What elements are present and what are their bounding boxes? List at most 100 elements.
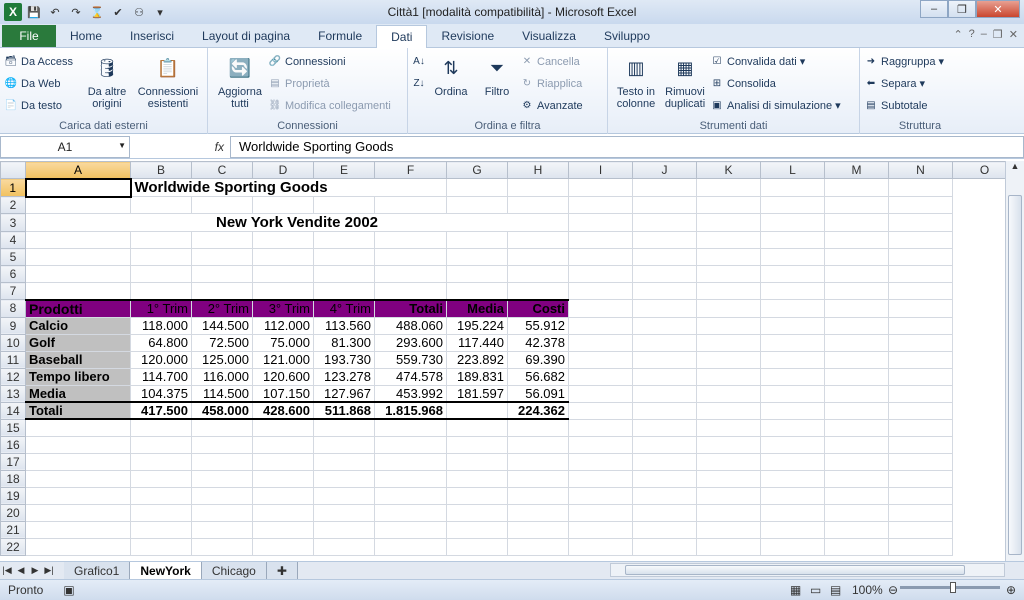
minimize-workbook-icon[interactable]: –: [981, 28, 987, 41]
data-validation-button[interactable]: ☑ Convalida dati ▾: [710, 52, 841, 71]
advanced-filter-button[interactable]: ⚙ Avanzate: [520, 96, 583, 115]
totals-label-cell[interactable]: Totali: [25, 401, 131, 420]
product-cell[interactable]: Baseball: [25, 350, 131, 369]
zoom-slider-thumb[interactable]: [950, 582, 956, 593]
data-cell[interactable]: 56.091: [507, 384, 569, 403]
row-header[interactable]: 6: [0, 265, 26, 283]
column-header[interactable]: C: [191, 161, 253, 179]
prev-sheet-icon[interactable]: ◀: [14, 565, 28, 576]
data-cell[interactable]: 75.000: [252, 333, 314, 352]
consolidate-button[interactable]: ⊞ Consolida: [710, 74, 841, 93]
column-header[interactable]: G: [446, 161, 508, 179]
column-header[interactable]: M: [824, 161, 889, 179]
data-cell[interactable]: 428.600: [252, 401, 314, 420]
data-cell[interactable]: 127.967: [313, 384, 375, 403]
data-cell[interactable]: 121.000: [252, 350, 314, 369]
sheet-tab-chicago[interactable]: Chicago: [201, 561, 267, 580]
header-cell[interactable]: Prodotti: [25, 299, 131, 318]
row-header[interactable]: 18: [0, 469, 26, 488]
row-header[interactable]: 12: [0, 367, 26, 386]
subtotal-button[interactable]: ▤ Subtotale: [864, 96, 944, 115]
data-cell[interactable]: [446, 401, 508, 420]
vertical-scroll-thumb[interactable]: [1008, 195, 1022, 555]
data-cell[interactable]: 120.600: [252, 367, 314, 386]
row-header[interactable]: 11: [0, 350, 26, 369]
from-text-button[interactable]: 📄 Da testo: [4, 96, 73, 115]
row-header[interactable]: 16: [0, 435, 26, 454]
tab-file[interactable]: File: [2, 25, 56, 47]
data-cell[interactable]: 113.560: [313, 316, 375, 335]
data-cell[interactable]: 64.800: [130, 333, 192, 352]
data-cell[interactable]: 118.000: [130, 316, 192, 335]
row-header[interactable]: 13: [0, 384, 26, 403]
row-header[interactable]: 14: [0, 401, 26, 420]
zoom-out-icon[interactable]: ⊖: [888, 583, 898, 597]
properties-button[interactable]: ▤ Proprietà: [268, 74, 391, 93]
data-cell[interactable]: 189.831: [446, 367, 508, 386]
column-header[interactable]: B: [130, 161, 192, 179]
data-cell[interactable]: 453.992: [374, 384, 447, 403]
sheet-title-cell[interactable]: Worldwide Sporting Goods: [130, 178, 447, 197]
column-header[interactable]: F: [374, 161, 447, 179]
horizontal-scroll-thumb[interactable]: [625, 565, 965, 575]
header-cell[interactable]: Totali: [374, 299, 447, 318]
page-layout-view-icon[interactable]: ▭: [810, 583, 821, 597]
row-header[interactable]: 10: [0, 333, 26, 352]
restore-workbook-icon[interactable]: ❐: [993, 28, 1003, 41]
data-cell[interactable]: 123.278: [313, 367, 375, 386]
data-cell[interactable]: 181.597: [446, 384, 508, 403]
data-cell[interactable]: 195.224: [446, 316, 508, 335]
data-cell[interactable]: 42.378: [507, 333, 569, 352]
data-cell[interactable]: 144.500: [191, 316, 253, 335]
last-sheet-icon[interactable]: ▶|: [42, 565, 56, 576]
column-header[interactable]: D: [252, 161, 314, 179]
row-header[interactable]: 8: [0, 299, 26, 318]
data-cell[interactable]: 193.730: [313, 350, 375, 369]
name-box[interactable]: A1 ▼: [0, 135, 130, 158]
row-header[interactable]: 2: [0, 196, 26, 214]
excel-app-icon[interactable]: X: [4, 3, 22, 21]
data-cell[interactable]: 114.500: [191, 384, 253, 403]
spellcheck-icon[interactable]: ✔: [109, 3, 127, 21]
product-cell[interactable]: Calcio: [25, 316, 131, 335]
data-cell[interactable]: 417.500: [130, 401, 192, 420]
row-header[interactable]: 3: [0, 213, 26, 232]
from-web-button[interactable]: 🌐 Da Web: [4, 74, 73, 93]
data-cell[interactable]: 114.700: [130, 367, 192, 386]
zoom-in-icon[interactable]: ⊕: [1006, 583, 1016, 597]
data-cell[interactable]: 293.600: [374, 333, 447, 352]
column-header[interactable]: L: [760, 161, 825, 179]
active-cell[interactable]: [24, 177, 132, 198]
product-cell[interactable]: Golf: [25, 333, 131, 352]
insert-function-button[interactable]: fx: [130, 140, 230, 154]
macro-record-icon[interactable]: ▣: [63, 583, 74, 597]
sort-descending-button[interactable]: Z↓: [412, 74, 426, 93]
header-cell[interactable]: Media: [446, 299, 508, 318]
hourglass-icon[interactable]: ⌛: [88, 3, 106, 21]
connections-button[interactable]: 🔗 Connessioni: [268, 52, 391, 71]
data-cell[interactable]: 69.390: [507, 350, 569, 369]
ribbon-collapse-icon[interactable]: ⌃: [953, 28, 962, 41]
column-header[interactable]: E: [313, 161, 375, 179]
header-cell[interactable]: 4° Trim: [313, 299, 375, 318]
zoom-slider[interactable]: [900, 582, 1000, 593]
chevron-down-icon[interactable]: ▼: [118, 141, 126, 150]
data-cell[interactable]: 120.000: [130, 350, 192, 369]
minimize-button[interactable]: –: [920, 0, 948, 18]
data-cell[interactable]: 81.300: [313, 333, 375, 352]
row-header[interactable]: 4: [0, 231, 26, 249]
group-button[interactable]: ➜ Raggruppa ▾: [864, 52, 944, 71]
row-header[interactable]: 19: [0, 486, 26, 505]
data-cell[interactable]: 474.578: [374, 367, 447, 386]
data-cell[interactable]: 107.150: [252, 384, 314, 403]
sheet-tab-newyork[interactable]: NewYork: [130, 561, 202, 580]
average-label-cell[interactable]: Media: [25, 384, 131, 403]
column-header[interactable]: I: [568, 161, 633, 179]
tab-data[interactable]: Dati: [376, 25, 428, 48]
normal-view-icon[interactable]: ▦: [790, 583, 801, 597]
data-cell[interactable]: 72.500: [191, 333, 253, 352]
header-cell[interactable]: Costi: [507, 299, 569, 318]
insert-sheet-icon[interactable]: ✚: [266, 561, 298, 580]
row-header[interactable]: 1: [0, 178, 26, 197]
row-header[interactable]: 7: [0, 282, 26, 300]
